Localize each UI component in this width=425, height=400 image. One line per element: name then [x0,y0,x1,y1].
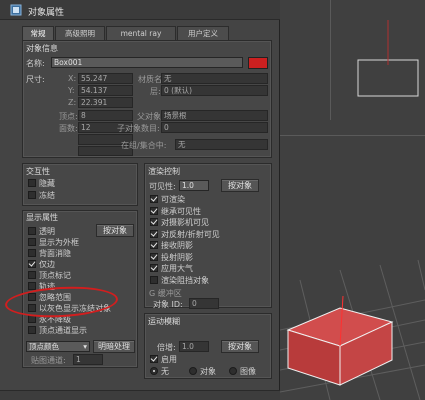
display-by-object-button[interactable]: 按对象 [96,224,134,237]
render-control-title: 渲染控制 [148,167,180,176]
interactivity-title: 交互性 [26,167,50,176]
display-checkbox[interactable] [28,271,36,279]
material-name-field: 无 [161,73,268,84]
hide-checkbox[interactable] [28,179,36,187]
gbuffer-title: G 缓冲区 [149,289,182,298]
none-label: 无 [161,367,169,376]
enable-checkbox[interactable] [150,355,158,363]
x-label: X: [68,74,77,83]
render-checkbox[interactable] [150,264,158,272]
tab-user-defined[interactable]: 用户定义 [177,26,229,40]
display-checkbox-label: 顶点通道显示 [39,326,87,335]
chevron-down-icon: ▾ [83,342,87,351]
hide-label: 隐藏 [39,179,55,188]
display-checkbox[interactable] [28,249,36,257]
tab-advanced-lighting[interactable]: 高级照明 [55,26,105,40]
vertex-color-value: 顶点颜色 [29,342,59,351]
app-icon [10,4,22,16]
z-label: Z: [68,98,77,107]
group-field: 无 [175,139,268,150]
motion-by-object-button[interactable]: 按对象 [221,340,259,353]
x-dimension-field: 55.247 [78,73,133,84]
tab-mental-ray[interactable]: mental ray [106,26,176,40]
multiplier-spinner[interactable]: 1.0 [179,341,209,352]
children-field: 0 [161,122,268,133]
display-checkbox-label: 背面消隐 [39,249,71,258]
layer-label: 层: [150,87,161,96]
render-checkbox[interactable] [150,275,158,284]
name-label: 名称: [26,59,45,68]
render-checkbox[interactable] [150,195,158,203]
window-title: 对象属性 [28,8,65,18]
object-info-panel: 对象信息 名称: Box001 尺寸: X: 55.247 Y: 54.137 … [22,40,272,158]
display-checkbox-label: 仅边 [39,260,55,269]
none-radio[interactable] [150,367,158,375]
multiplier-label: 倍增: [157,343,176,352]
render-checkbox-label: 接收阴影 [161,241,193,250]
layer-field: 0 (默认) [161,85,268,96]
object-label: 对象 [200,367,216,376]
parent-field: 场景根 [161,110,268,121]
children-label: 子对象数目: [117,124,160,133]
object-color-swatch[interactable] [248,57,268,69]
render-checkbox-label: 对反射/折射可见 [161,229,220,239]
shading-button[interactable]: 明暗处理 [93,340,135,353]
render-checkbox[interactable] [150,206,158,215]
box-top-view-outline [357,59,419,97]
interactivity-panel: 交互性 隐藏 冻结 [22,163,138,206]
render-checkbox-label: 投射阴影 [161,252,193,262]
display-checkbox[interactable] [28,227,36,235]
faces-label: 面数: [59,124,78,133]
render-checkbox-label: 对摄影机可见 [161,218,209,227]
render-checkbox-label: 可渲染 [161,195,185,204]
render-checkbox[interactable] [150,218,158,226]
render-control-panel: 渲染控制 可见性: 1.0 按对象 G 缓冲区 对象 ID: 0 可渲染继承可见… [144,163,272,309]
image-label: 图像 [240,367,256,376]
render-checkbox[interactable] [150,241,158,249]
display-checkbox[interactable] [28,326,36,334]
visibility-spinner[interactable]: 1.0 [179,180,209,191]
object-id-label: 对象 ID: [153,300,183,309]
y-dimension-field: 54.137 [78,85,133,96]
bottom-button-strip [0,390,280,400]
motion-blur-title: 运动模糊 [148,317,180,326]
z-dimension-field: 22.391 [78,97,133,108]
freeze-label: 冻结 [39,191,55,200]
title-bar[interactable]: 对象属性 [0,0,280,20]
motion-blur-panel: 运动模糊 倍增: 1.0 按对象 启用 无 对象 图像 [144,313,272,379]
render-checkbox-label: 渲染阻挡对象 [161,275,209,285]
object-info-title: 对象信息 [26,44,58,53]
vertices-label: 顶点: [59,112,78,121]
group-label: 在组/集合中: [121,141,167,150]
display-checkbox[interactable] [28,282,36,290]
display-checkbox[interactable] [28,260,36,268]
display-checkbox-label: 显示为外框 [39,238,79,247]
map-channel-field[interactable]: 1 [73,354,103,365]
object-id-spinner[interactable]: 0 [189,298,219,309]
name-field[interactable]: Box001 [51,57,243,68]
display-checkbox-label: 顶点标记 [39,271,71,280]
render-by-object-button[interactable]: 按对象 [221,179,259,192]
render-checkbox-label: 继承可见性 [161,206,201,216]
parent-label: 父对象: [137,112,164,121]
render-checkbox-label: 应用大气 [161,264,193,273]
tab-general[interactable]: 常规 [22,26,54,41]
tab-bar: 常规 高级照明 mental ray 用户定义 [22,26,272,41]
map-channel-label: 贴图通道: [31,356,66,365]
display-checkbox-label: 透明 [39,227,55,236]
render-checkbox[interactable] [150,252,158,261]
vertex-color-dropdown[interactable]: 顶点颜色 ▾ [26,341,90,352]
object-properties-dialog: 对象属性 常规 高级照明 mental ray 用户定义 对象信息 名称: Bo… [0,0,280,400]
render-checkbox[interactable] [150,229,158,238]
enable-label: 启用 [161,355,177,364]
display-checkbox[interactable] [28,238,36,246]
display-properties-title: 显示属性 [26,213,58,222]
dimensions-label: 尺寸: [26,75,45,84]
object-radio[interactable] [189,367,197,375]
freeze-checkbox[interactable] [28,191,36,199]
visibility-label: 可见性: [149,182,176,191]
vertices-field: 8 [78,110,133,121]
image-radio[interactable] [229,367,237,375]
y-label: Y: [68,86,75,95]
